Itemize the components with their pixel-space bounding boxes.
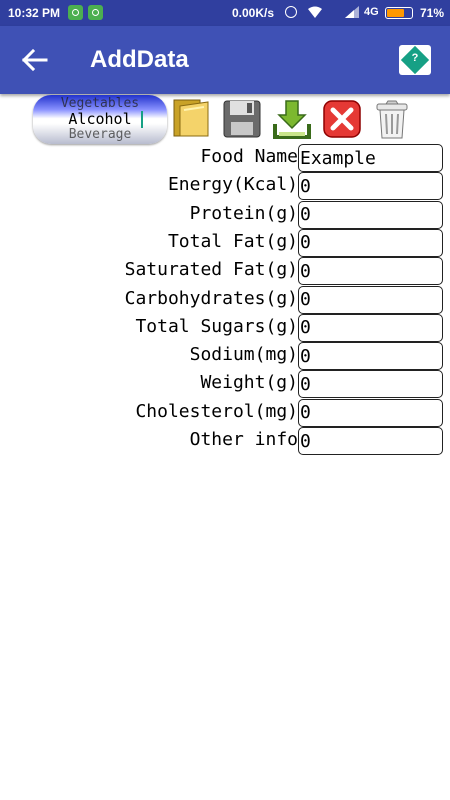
form-row: Saturated Fat(g) (0, 257, 450, 286)
lock-app-icon (88, 5, 103, 20)
field-input[interactable] (298, 200, 443, 229)
form-row: Weight(g) (0, 370, 450, 399)
field-label: Weight(g) (200, 372, 298, 394)
arrow-back-icon[interactable] (20, 46, 50, 74)
battery-percent: 71% (420, 6, 445, 20)
app-notification-icon (68, 5, 83, 20)
field-input[interactable] (298, 144, 443, 172)
field-label: Protein(g) (189, 202, 298, 224)
form-row: Protein(g) (0, 200, 450, 229)
wifi-icon (308, 6, 322, 18)
field-label: Energy(Kcal) (167, 174, 298, 196)
field-input[interactable] (298, 285, 443, 314)
field-label: Food Name (200, 146, 298, 167)
cancel-icon[interactable] (322, 98, 362, 140)
field-input[interactable] (298, 370, 443, 399)
field-label: Total Fat(g) (167, 230, 298, 252)
battery-icon (385, 7, 413, 19)
form-row: Other info (0, 427, 450, 455)
category-previous[interactable]: Vegetables (33, 96, 167, 111)
category-next[interactable]: Beverage (33, 127, 167, 142)
battery-level (387, 9, 405, 17)
save-icon[interactable] (222, 98, 262, 140)
field-input[interactable] (298, 427, 443, 455)
form-row: Total Fat(g) (0, 228, 450, 257)
form-row: Energy(Kcal) (0, 172, 450, 201)
category-picker[interactable]: Vegetables Alcohol Beverage (33, 95, 167, 144)
field-input[interactable] (298, 313, 443, 342)
field-label: Total Sugars(g) (135, 315, 298, 337)
category-selected[interactable]: Alcohol (33, 110, 167, 128)
field-label: Sodium(mg) (189, 344, 298, 366)
field-input[interactable] (298, 398, 443, 427)
network-speed: 0.00K/s (232, 6, 275, 20)
network-type: 4G (364, 6, 379, 18)
field-label: Other info (189, 429, 298, 450)
form-row: Food Name (0, 144, 450, 172)
form-row: Sodium(mg) (0, 342, 450, 371)
form-row: Total Sugars(g) (0, 313, 450, 342)
help-glyph: ? (411, 52, 419, 64)
signal-icon (345, 6, 359, 18)
app-bar: AddData ? (0, 26, 450, 94)
field-label: Carbohydrates(g) (124, 287, 298, 309)
field-input[interactable] (298, 228, 443, 257)
open-folder-icon[interactable] (172, 98, 212, 140)
alarm-icon (285, 6, 297, 18)
download-icon[interactable] (272, 98, 312, 140)
form-row: Cholesterol(mg) (0, 398, 450, 427)
field-label: Cholesterol(mg) (135, 400, 298, 422)
form-row: Carbohydrates(g) (0, 285, 450, 314)
field-label: Saturated Fat(g) (124, 259, 298, 281)
delete-icon[interactable] (372, 98, 412, 140)
status-time: 10:32 PM (8, 6, 61, 20)
help-icon[interactable]: ? (399, 45, 431, 75)
page-title: AddData (90, 46, 189, 73)
field-input[interactable] (298, 257, 443, 286)
text-cursor (141, 111, 143, 128)
field-input[interactable] (298, 342, 443, 371)
field-input[interactable] (298, 172, 443, 201)
status-bar: 10:32 PM 0.00K/s 4G 71% (0, 0, 450, 26)
